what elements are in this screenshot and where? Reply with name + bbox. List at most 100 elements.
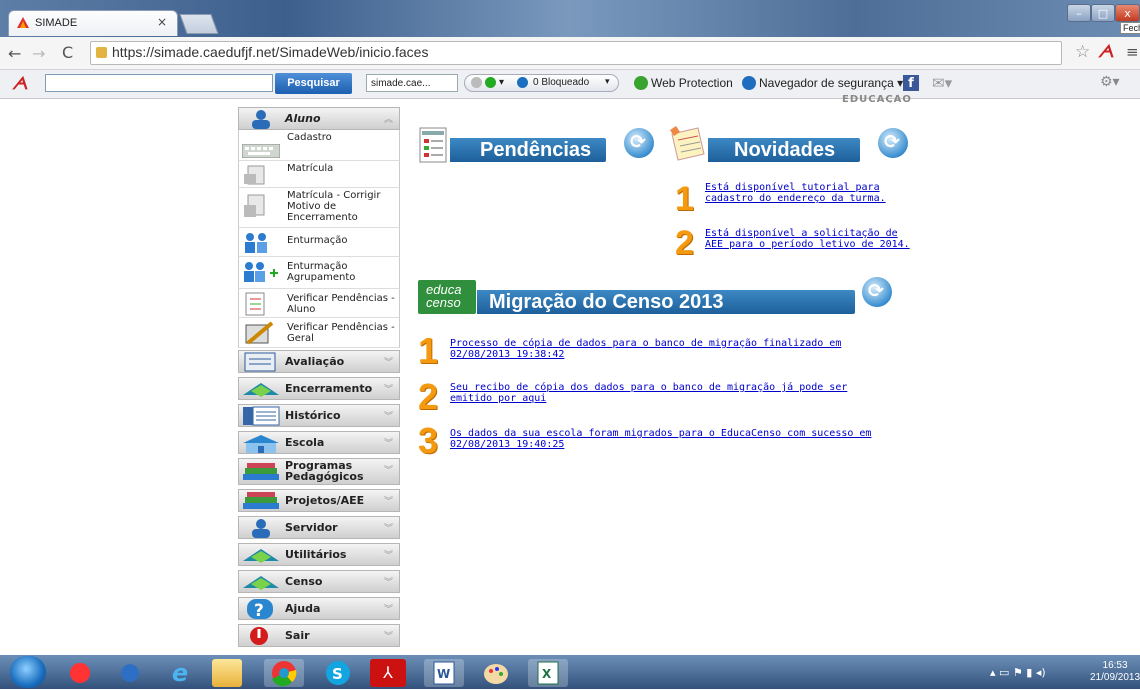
person-icon <box>241 518 281 538</box>
censo-banner: Migração do Censo 2013 <box>477 290 855 314</box>
blocked-count: 0 Bloqueado <box>533 77 590 88</box>
word-icon[interactable]: W <box>424 659 464 687</box>
facebook-icon[interactable]: f <box>903 75 919 91</box>
close-tooltip: Fech <box>1120 22 1140 34</box>
sidebar-section-label: Sair <box>285 629 310 642</box>
sidebar-section-label: Encerramento <box>285 382 373 395</box>
web-protection-label: Web Protection <box>651 76 733 90</box>
skype-icon[interactable]: S <box>318 659 358 687</box>
lock-icon <box>742 76 756 90</box>
refresh-pendencias-icon[interactable]: ⟳ <box>624 128 654 158</box>
chevron-down-icon: ︾ <box>383 578 393 588</box>
bookmark-star-icon[interactable]: ☆ <box>1075 42 1090 62</box>
refresh-censo-icon[interactable]: ⟳ <box>862 277 892 307</box>
sidebar-item-enturmacao-agrupamento[interactable]: Enturmação Agrupamento <box>238 257 400 289</box>
sidebar-section-censo[interactable]: Censo ︾ <box>238 570 400 593</box>
document-list-icon <box>241 406 281 426</box>
sidebar-item-label: Enturmação <box>287 235 348 246</box>
paint-icon[interactable] <box>476 659 516 687</box>
search-button[interactable]: Pesquisar <box>275 73 352 94</box>
sidebar-section-label: Ajuda <box>285 602 321 615</box>
chevron-down-icon: ︾ <box>383 385 393 395</box>
browser-tab[interactable]: SIMADE × <box>8 10 178 36</box>
sidebar-item-verificar-pendencias-aluno[interactable]: Verificar Pendências - Aluno <box>238 289 400 318</box>
sidebar-section-label: Utilitários <box>285 548 347 561</box>
adobe-reader-icon[interactable]: ⅄ <box>370 659 406 687</box>
tab-title: SIMADE <box>35 17 78 29</box>
system-tray[interactable]: ▴ ▭ ⚑ ▮ ◂) <box>990 666 1046 679</box>
avg-logo-icon: ᗅ <box>12 74 28 94</box>
reload-icon[interactable]: C <box>62 43 73 62</box>
chevron-down-icon: ︾ <box>383 605 393 615</box>
novidade-link[interactable]: Está disponível tutorial para cadastro d… <box>705 182 910 204</box>
forward-arrow-icon[interactable]: → <box>32 44 45 63</box>
tab-close-icon[interactable]: × <box>157 15 167 29</box>
group-add-icon <box>242 260 280 289</box>
shield-check-icon: ▾ <box>471 77 504 88</box>
excel-icon[interactable]: X <box>528 659 568 687</box>
help-question-icon: ? <box>241 599 281 621</box>
media-player-icon[interactable] <box>110 659 150 687</box>
sidebar-section-aluno[interactable]: Aluno ︽ <box>238 107 400 130</box>
novidade-link[interactable]: Está disponível a solicitação de AEE par… <box>705 228 915 250</box>
sidebar-section-ajuda[interactable]: ? Ajuda ︾ <box>238 597 400 621</box>
avg-search-input[interactable] <box>45 74 273 92</box>
sidebar-item-label: Matrícula - Corrigir Motivo de Encerrame… <box>287 190 381 223</box>
school-building-icon <box>241 433 281 453</box>
refresh-novidades-icon[interactable]: ⟳ <box>878 128 908 158</box>
sidebar-item-label: Enturmação Agrupamento <box>287 261 356 283</box>
sidebar-section-label: Projetos/AEE <box>285 494 365 507</box>
secure-browser-item[interactable]: Navegador de segurança ▾ <box>742 76 903 90</box>
chevron-down-icon: ︾ <box>383 439 393 449</box>
sidebar-item-enturmacao[interactable]: Enturmação <box>238 228 400 257</box>
blocked-trackers-pill[interactable]: ▾ 0 Bloqueado ▾ <box>464 74 619 92</box>
sidebar-section-historico[interactable]: Histórico ︾ <box>238 404 400 427</box>
lock-icon <box>96 47 107 58</box>
checklist-icon <box>418 127 448 163</box>
notepad-pen-icon <box>668 126 708 162</box>
clock[interactable]: 16:53 21/09/2013 <box>1090 660 1140 684</box>
pencil-board-icon <box>242 321 280 348</box>
eye-icon <box>517 77 528 88</box>
chevron-down-icon: ︾ <box>383 497 393 507</box>
sidebar-item-matricula[interactable]: Matrícula <box>238 161 400 188</box>
start-button[interactable] <box>10 656 46 688</box>
opera-icon[interactable] <box>60 659 100 687</box>
close-window-button[interactable]: x <box>1115 4 1140 22</box>
sidebar-section-utilitarios[interactable]: Utilitários ︾ <box>238 543 400 566</box>
sidebar-section-sair[interactable]: Sair ︾ <box>238 624 400 647</box>
minimize-button[interactable]: – <box>1067 4 1091 22</box>
logo-line: censo <box>426 295 461 310</box>
svg-text:W: W <box>437 667 450 681</box>
sidebar-section-projetos-aee[interactable]: Projetos/AEE ︾ <box>238 489 400 512</box>
new-tab-button[interactable] <box>179 14 219 34</box>
chevron-down-icon: ︾ <box>383 412 393 422</box>
site-dropdown[interactable]: simade.cae... <box>366 74 458 92</box>
back-arrow-icon[interactable]: ← <box>8 44 21 63</box>
web-protection-item[interactable]: Web Protection <box>634 76 733 90</box>
chrome-icon[interactable] <box>264 659 304 687</box>
sidebar-item-verificar-pendencias-geral[interactable]: Verificar Pendências - Geral <box>238 318 400 348</box>
censo-link[interactable]: Processo de cópia de dados para o banco … <box>450 338 890 360</box>
sidebar-section-escola[interactable]: Escola ︾ <box>238 431 400 454</box>
clock-date: 21/09/2013 <box>1090 672 1140 683</box>
censo-link[interactable]: Os dados da sua escola foram migrados pa… <box>450 428 890 450</box>
sidebar-section-encerramento[interactable]: Encerramento ︾ <box>238 377 400 400</box>
sidebar-section-servidor[interactable]: Servidor ︾ <box>238 516 400 539</box>
sidebar-item-cadastro[interactable]: Cadastro <box>238 130 400 161</box>
chevron-down-icon: ︾ <box>383 524 393 534</box>
file-explorer-icon[interactable] <box>212 659 242 687</box>
sidebar-item-matricula-corrigir[interactable]: Matrícula - Corrigir Motivo de Encerrame… <box>238 188 400 228</box>
green-arrow-icon <box>241 572 281 592</box>
censo-link[interactable]: Seu recibo de cópia dos dados para o ban… <box>450 382 890 404</box>
url-text: https://simade.caedufjf.net/SimadeWeb/in… <box>112 44 429 60</box>
sidebar-section-programas-pedagogicos[interactable]: Programas Pedagógicos ︾ <box>238 458 400 485</box>
maximize-button[interactable]: □ <box>1091 4 1115 22</box>
settings-gear-icon[interactable]: ⚙▾ <box>1100 74 1120 90</box>
avg-icon[interactable]: ᗅ <box>1098 42 1114 62</box>
mail-icon[interactable]: ✉▾ <box>932 74 952 92</box>
sidebar-section-avaliacao[interactable]: Avaliação ︾ <box>238 350 400 373</box>
internet-explorer-icon[interactable]: e <box>160 659 200 687</box>
censo-number: 2 <box>418 376 439 417</box>
menu-icon[interactable]: ≡ <box>1126 43 1139 61</box>
